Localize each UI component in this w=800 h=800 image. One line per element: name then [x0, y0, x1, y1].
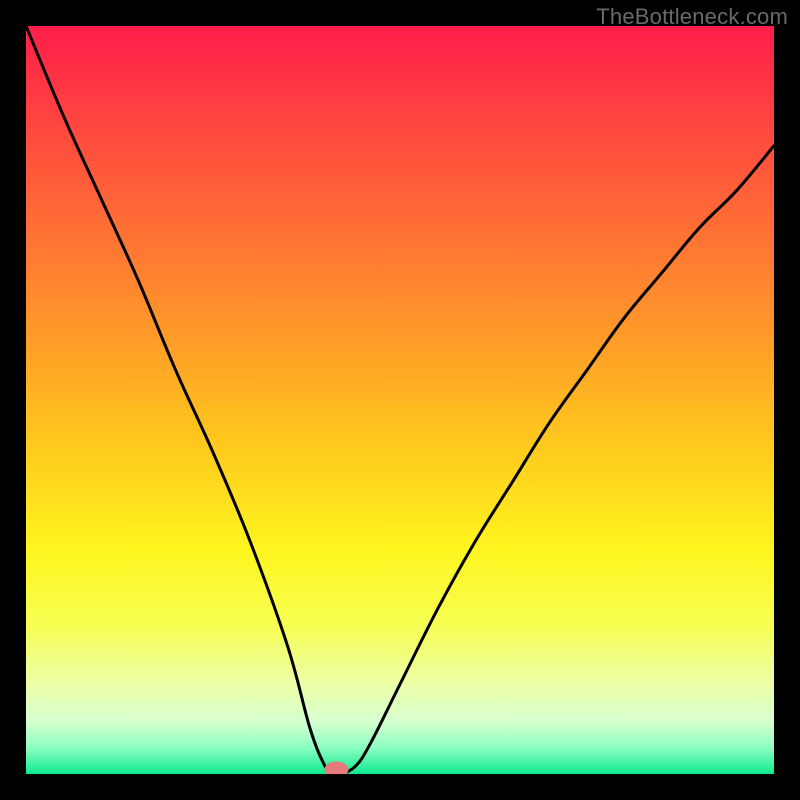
chart-frame: TheBottleneck.com: [0, 0, 800, 800]
chart-svg: [26, 26, 774, 774]
plot-area: [26, 26, 774, 774]
gradient-background: [26, 26, 774, 774]
